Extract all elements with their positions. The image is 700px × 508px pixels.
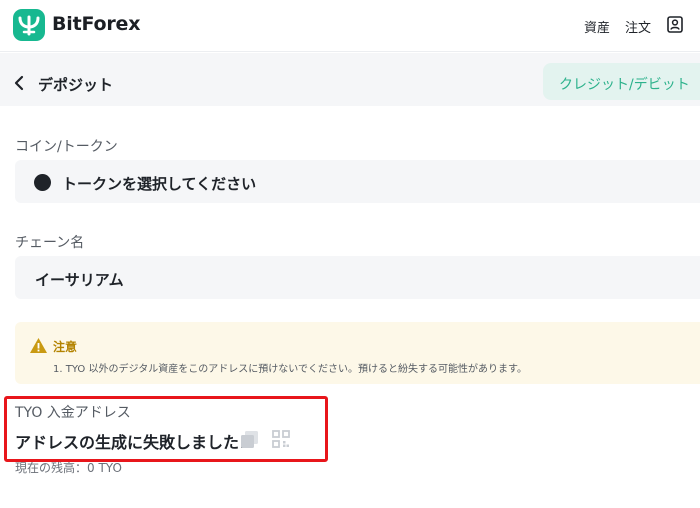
coin-select[interactable]: トークンを選択してください <box>15 160 700 203</box>
credit-debit-tab[interactable]: クレジット/デビット <box>543 63 700 100</box>
nav-assets[interactable]: 資産 <box>584 17 610 36</box>
chain-select-value: イーサリアム <box>35 271 124 289</box>
warning-notice: 注意 1. TYO 以外のデジタル資産をこのアドレスに預けないでください。預ける… <box>15 322 700 384</box>
coin-select-value: トークンを選択してください <box>62 175 257 193</box>
back-arrow-icon[interactable] <box>12 74 26 92</box>
page-title: デポジット <box>38 76 114 94</box>
token-icon <box>34 174 51 191</box>
bitforex-logo-icon[interactable] <box>13 9 45 41</box>
error-highlight-box <box>4 396 328 462</box>
notice-title: 注意 <box>53 340 78 354</box>
chain-select[interactable]: イーサリアム <box>15 256 700 299</box>
notice-body: 1. TYO 以外のデジタル資産をこのアドレスに預けないでください。預けると紛失… <box>53 364 527 375</box>
coin-field-label: コイン/トークン <box>15 139 118 155</box>
warning-icon <box>30 338 47 353</box>
chain-field-label: チェーン名 <box>15 235 85 251</box>
brand-name[interactable]: BitForex <box>52 13 140 35</box>
user-account-icon[interactable] <box>667 16 683 33</box>
credit-debit-label: クレジット/デビット <box>559 77 690 93</box>
top-header: BitForex 資産 注文 <box>0 0 700 52</box>
nav-orders[interactable]: 注文 <box>625 17 651 36</box>
